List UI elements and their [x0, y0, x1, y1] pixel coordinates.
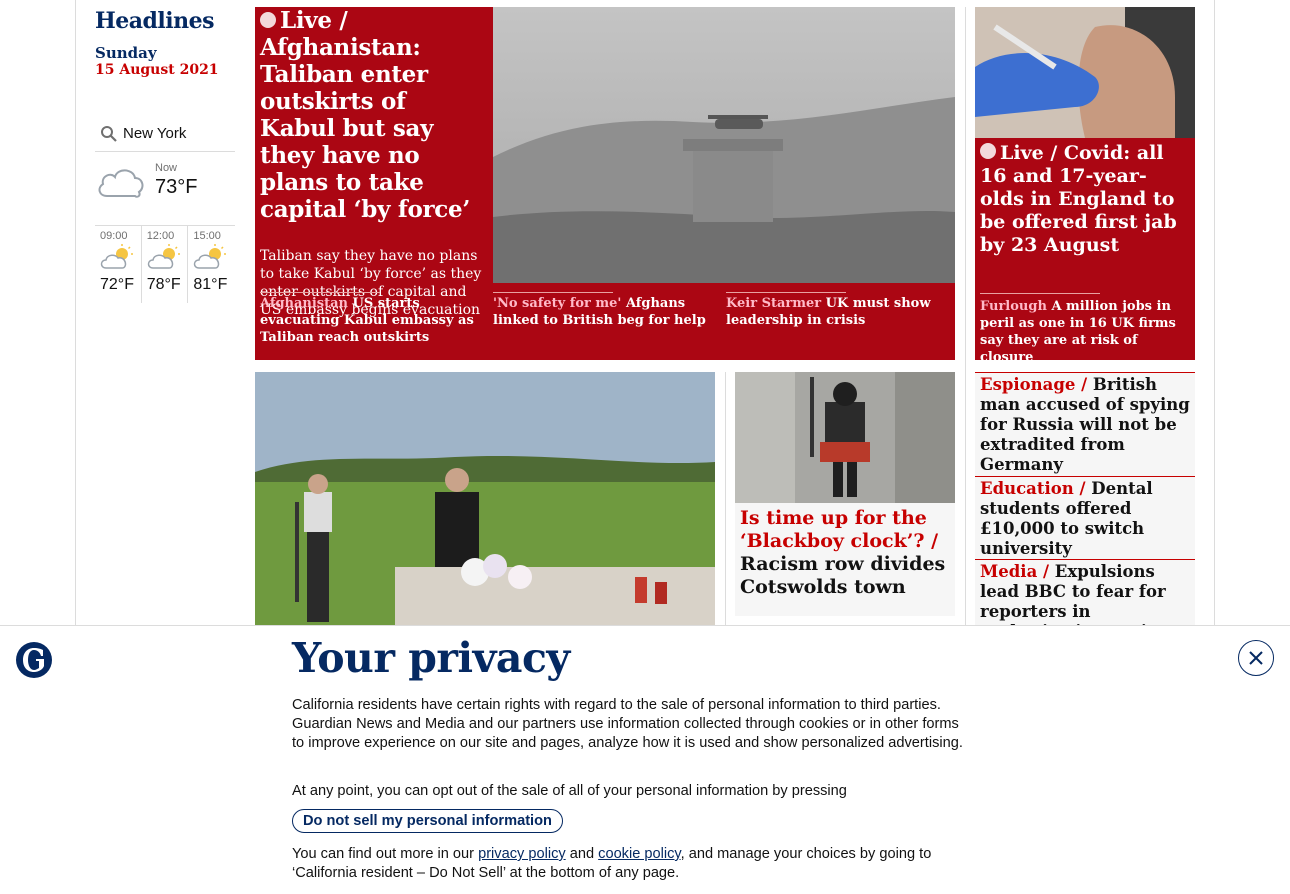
partly-sunny-icon — [100, 244, 141, 275]
privacy-body: California residents have certain rights… — [292, 697, 963, 751]
top-story-sublinks: Afghanistan US starts evacuating Kabul e… — [255, 292, 955, 360]
search-icon — [95, 125, 123, 143]
more-info-prefix: You can find out more in our — [292, 846, 475, 862]
live-dot-icon — [980, 143, 996, 159]
do-not-sell-button[interactable]: Do not sell my personal information — [292, 809, 563, 833]
top-story-text: Live / Afghanistan: Taliban enter outski… — [260, 7, 488, 319]
forecast-temp: 81°F — [193, 276, 228, 293]
cloud-icon — [95, 162, 147, 207]
vaccine-photo[interactable] — [975, 7, 1195, 138]
partly-sunny-icon — [193, 244, 235, 275]
forecast-item: 09:00 72°F — [95, 226, 142, 303]
sublink-kicker: Furlough — [980, 299, 1047, 314]
blackboy-headline[interactable]: Is time up for the ‘Blackboy clock’? / R… — [735, 503, 955, 603]
date-day: Sunday — [95, 44, 157, 62]
column-divider — [725, 372, 726, 632]
close-icon — [1249, 651, 1263, 665]
card-kicker: Espionage / — [980, 375, 1088, 394]
now-temp: 73°F — [155, 176, 198, 198]
more-info-and: and — [569, 846, 595, 862]
kicker-label: Live / — [1000, 142, 1058, 164]
sublink-kicker: Afghanistan — [260, 296, 349, 311]
headlines-header: Headlines Sunday 15 August 2021 — [95, 8, 235, 78]
forecast-time: 15:00 — [193, 230, 221, 242]
card-headline: Racism row divides Cotswolds town — [740, 553, 946, 598]
privacy-policy-link[interactable]: privacy policy — [478, 846, 566, 862]
kicker-label: Live / — [280, 7, 348, 34]
covid-headline[interactable]: Live / Covid: all 16 and 17-year-olds in… — [975, 138, 1195, 257]
live-dot-icon — [260, 12, 276, 28]
card-kicker: Education / — [980, 479, 1086, 498]
sublink-afghanistan[interactable]: Afghanistan US starts evacuating Kabul e… — [260, 292, 480, 346]
memorial-photo[interactable] — [255, 372, 715, 632]
sublink-kicker: Keir Starmer — [726, 296, 822, 311]
weather-location-search[interactable]: New York — [95, 116, 235, 152]
top-story-headline[interactable]: Afghanistan: Taliban enter outskirts of … — [260, 34, 488, 223]
partly-sunny-icon — [147, 244, 188, 275]
sublink-kicker: 'No safety for me' — [493, 296, 622, 311]
forecast-temp: 78°F — [146, 276, 181, 293]
sublink-furlough[interactable]: Furlough A million jobs in peril as one … — [980, 293, 1192, 366]
weather-now: Now 73°F — [95, 160, 235, 220]
privacy-title: Your privacy — [292, 634, 570, 682]
section-title: Headlines — [95, 8, 215, 34]
privacy-more-info: You can find out more in our privacy pol… — [292, 845, 972, 883]
sublink-no-safety[interactable]: 'No safety for me' Afghans linked to Bri… — [493, 292, 713, 329]
helicopter-photo[interactable] — [493, 7, 955, 283]
weather-location: New York — [123, 125, 187, 142]
card-espionage[interactable]: Espionage / British man accused of spyin… — [975, 372, 1195, 485]
column-divider — [965, 7, 966, 627]
card-education[interactable]: Education / Dental students offered £10,… — [975, 476, 1195, 569]
date-full: 15 August 2021 — [95, 62, 219, 78]
clock-statue-photo[interactable] — [735, 372, 955, 503]
now-label: Now — [155, 162, 178, 174]
blackboy-clock-card[interactable]: Is time up for the ‘Blackboy clock’? / R… — [735, 372, 955, 616]
forecast-item: 15:00 81°F — [188, 226, 235, 303]
forecast-time: 12:00 — [146, 230, 175, 242]
card-kicker: Media / — [980, 562, 1050, 581]
privacy-banner: Your privacy California residents have c… — [0, 625, 1290, 894]
card-kicker: Is time up for the ‘Blackboy clock’? / — [740, 507, 939, 552]
covid-story-card[interactable]: Live / Covid: all 16 and 17-year-olds in… — [975, 7, 1195, 365]
weather-forecast: 09:00 72°F 12:00 78°F 15:00 81°F — [95, 225, 235, 303]
close-banner-button[interactable] — [1238, 640, 1274, 676]
privacy-opt-out-text: At any point, you can opt out of the sal… — [292, 783, 847, 799]
top-story-card[interactable]: Live / Afghanistan: Taliban enter outski… — [255, 7, 955, 360]
cookie-policy-link[interactable]: cookie policy — [598, 846, 680, 862]
guardian-logo-icon — [16, 642, 52, 678]
forecast-item: 12:00 78°F — [142, 226, 189, 303]
live-kicker: Live / — [260, 7, 488, 34]
forecast-temp: 72°F — [100, 276, 134, 293]
forecast-time: 09:00 — [100, 230, 128, 242]
sublink-keir-starmer[interactable]: Keir Starmer UK must show leadership in … — [726, 292, 946, 329]
